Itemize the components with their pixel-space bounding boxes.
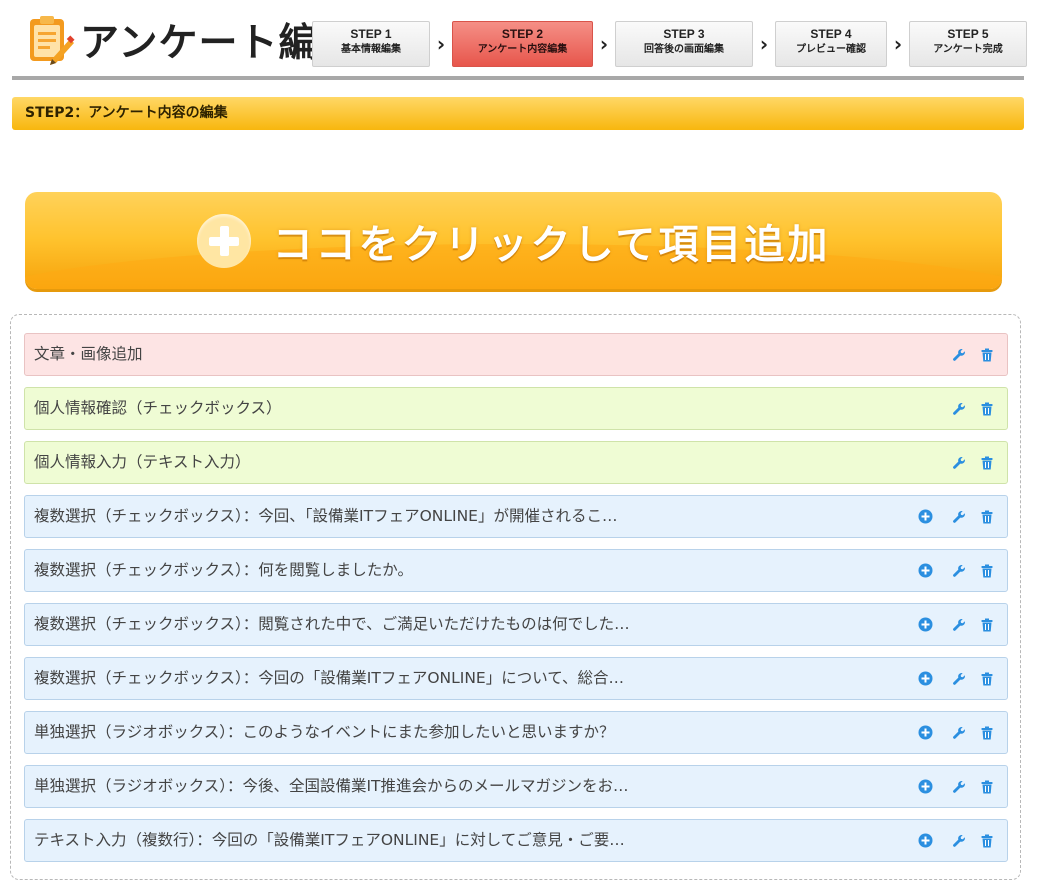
wrench-icon[interactable]	[951, 347, 967, 363]
wrench-icon[interactable]	[951, 455, 967, 471]
trash-icon[interactable]	[979, 401, 995, 417]
wrench-icon[interactable]	[951, 725, 967, 741]
clipboard-pencil-icon	[26, 13, 76, 67]
wrench-icon[interactable]	[951, 563, 967, 579]
step-banner: STEP2：アンケート内容の編集	[12, 97, 1024, 130]
trash-icon[interactable]	[979, 833, 995, 849]
trash-icon[interactable]	[979, 779, 995, 795]
list-item[interactable]: 個人情報入力（テキスト入力）	[24, 441, 1008, 484]
item-label: 複数選択（チェックボックス）：今回の「設備業ITフェアONLINE」について、総…	[34, 669, 624, 687]
trash-icon[interactable]	[979, 617, 995, 633]
step-2[interactable]: STEP 2 アンケート内容編集	[452, 21, 593, 67]
trash-icon[interactable]	[979, 563, 995, 579]
plus-circle-icon[interactable]	[917, 563, 933, 579]
item-label: 単独選択（ラジオボックス）：今後、全国設備業IT推進会からのメールマガジンをお…	[34, 777, 629, 795]
chevron-right-icon: ›	[759, 32, 769, 56]
wrench-icon[interactable]	[951, 671, 967, 687]
header: アンケート編集 STEP 1 基本情報編集 › STEP 2 アンケート内容編集…	[12, 0, 1027, 80]
item-label: 個人情報確認（チェックボックス）	[34, 399, 282, 417]
item-label: 複数選択（チェックボックス）：閲覧された中で、ご満足いただけたものは何でした…	[34, 615, 630, 633]
chevron-right-icon: ›	[436, 32, 446, 56]
list-item[interactable]: 複数選択（チェックボックス）：今回、「設備業ITフェアONLINE」が開催される…	[24, 495, 1008, 538]
add-item-label: ココをクリックして項目追加	[272, 221, 831, 268]
trash-icon[interactable]	[979, 509, 995, 525]
plus-circle-icon[interactable]	[917, 725, 933, 741]
chevron-right-icon: ›	[599, 32, 609, 56]
plus-circle-icon[interactable]	[917, 671, 933, 687]
list-item[interactable]: 文章・画像追加	[24, 333, 1008, 376]
wrench-icon[interactable]	[951, 617, 967, 633]
step-1[interactable]: STEP 1 基本情報編集	[312, 21, 430, 67]
list-item[interactable]: 複数選択（チェックボックス）：閲覧された中で、ご満足いただけたものは何でした…	[24, 603, 1008, 646]
item-label: 複数選択（チェックボックス）：今回、「設備業ITフェアONLINE」が開催される…	[34, 507, 618, 525]
wrench-icon[interactable]	[951, 509, 967, 525]
add-item-button[interactable]: ココをクリックして項目追加	[25, 192, 1002, 289]
trash-icon[interactable]	[979, 455, 995, 471]
list-item[interactable]: 複数選択（チェックボックス）：今回の「設備業ITフェアONLINE」について、総…	[24, 657, 1008, 700]
wrench-icon[interactable]	[951, 779, 967, 795]
list-item[interactable]: 単独選択（ラジオボックス）：今後、全国設備業IT推進会からのメールマガジンをお…	[24, 765, 1008, 808]
item-label: 個人情報入力（テキスト入力）	[34, 453, 251, 471]
plus-circle-icon[interactable]	[917, 779, 933, 795]
step-3[interactable]: STEP 3 回答後の画面編集	[615, 21, 753, 67]
item-list: 文章・画像追加 個人情報確認（チェックボックス） 個人情報入力（テキスト入力） …	[10, 314, 1021, 880]
wrench-icon[interactable]	[951, 833, 967, 849]
item-label: 単独選択（ラジオボックス）：このようなイベントにまた参加したいと思いますか？	[34, 723, 615, 741]
item-label: 複数選択（チェックボックス）：何を閲覧しましたか。	[34, 561, 413, 579]
plus-circle-icon[interactable]	[917, 509, 933, 525]
list-item[interactable]: テキスト入力（複数行）：今回の「設備業ITフェアONLINE」に対してご意見・ご…	[24, 819, 1008, 862]
trash-icon[interactable]	[979, 725, 995, 741]
plus-icon	[196, 213, 251, 268]
list-item[interactable]: 複数選択（チェックボックス）：何を閲覧しましたか。	[24, 549, 1008, 592]
wrench-icon[interactable]	[951, 401, 967, 417]
list-item[interactable]: 単独選択（ラジオボックス）：このようなイベントにまた参加したいと思いますか？	[24, 711, 1008, 754]
logo: アンケート編集	[26, 12, 358, 68]
item-label: 文章・画像追加	[34, 345, 143, 363]
step-4[interactable]: STEP 4 プレビュー確認	[775, 21, 887, 67]
chevron-right-icon: ›	[893, 32, 903, 56]
trash-icon[interactable]	[979, 347, 995, 363]
list-item[interactable]: 個人情報確認（チェックボックス）	[24, 387, 1008, 430]
item-label: テキスト入力（複数行）：今回の「設備業ITフェアONLINE」に対してご意見・ご…	[34, 831, 625, 849]
step-5[interactable]: STEP 5 アンケート完成	[909, 21, 1027, 67]
step-navigation: STEP 1 基本情報編集 › STEP 2 アンケート内容編集 › STEP …	[312, 21, 1027, 67]
plus-circle-icon[interactable]	[917, 833, 933, 849]
trash-icon[interactable]	[979, 671, 995, 687]
plus-circle-icon[interactable]	[917, 617, 933, 633]
